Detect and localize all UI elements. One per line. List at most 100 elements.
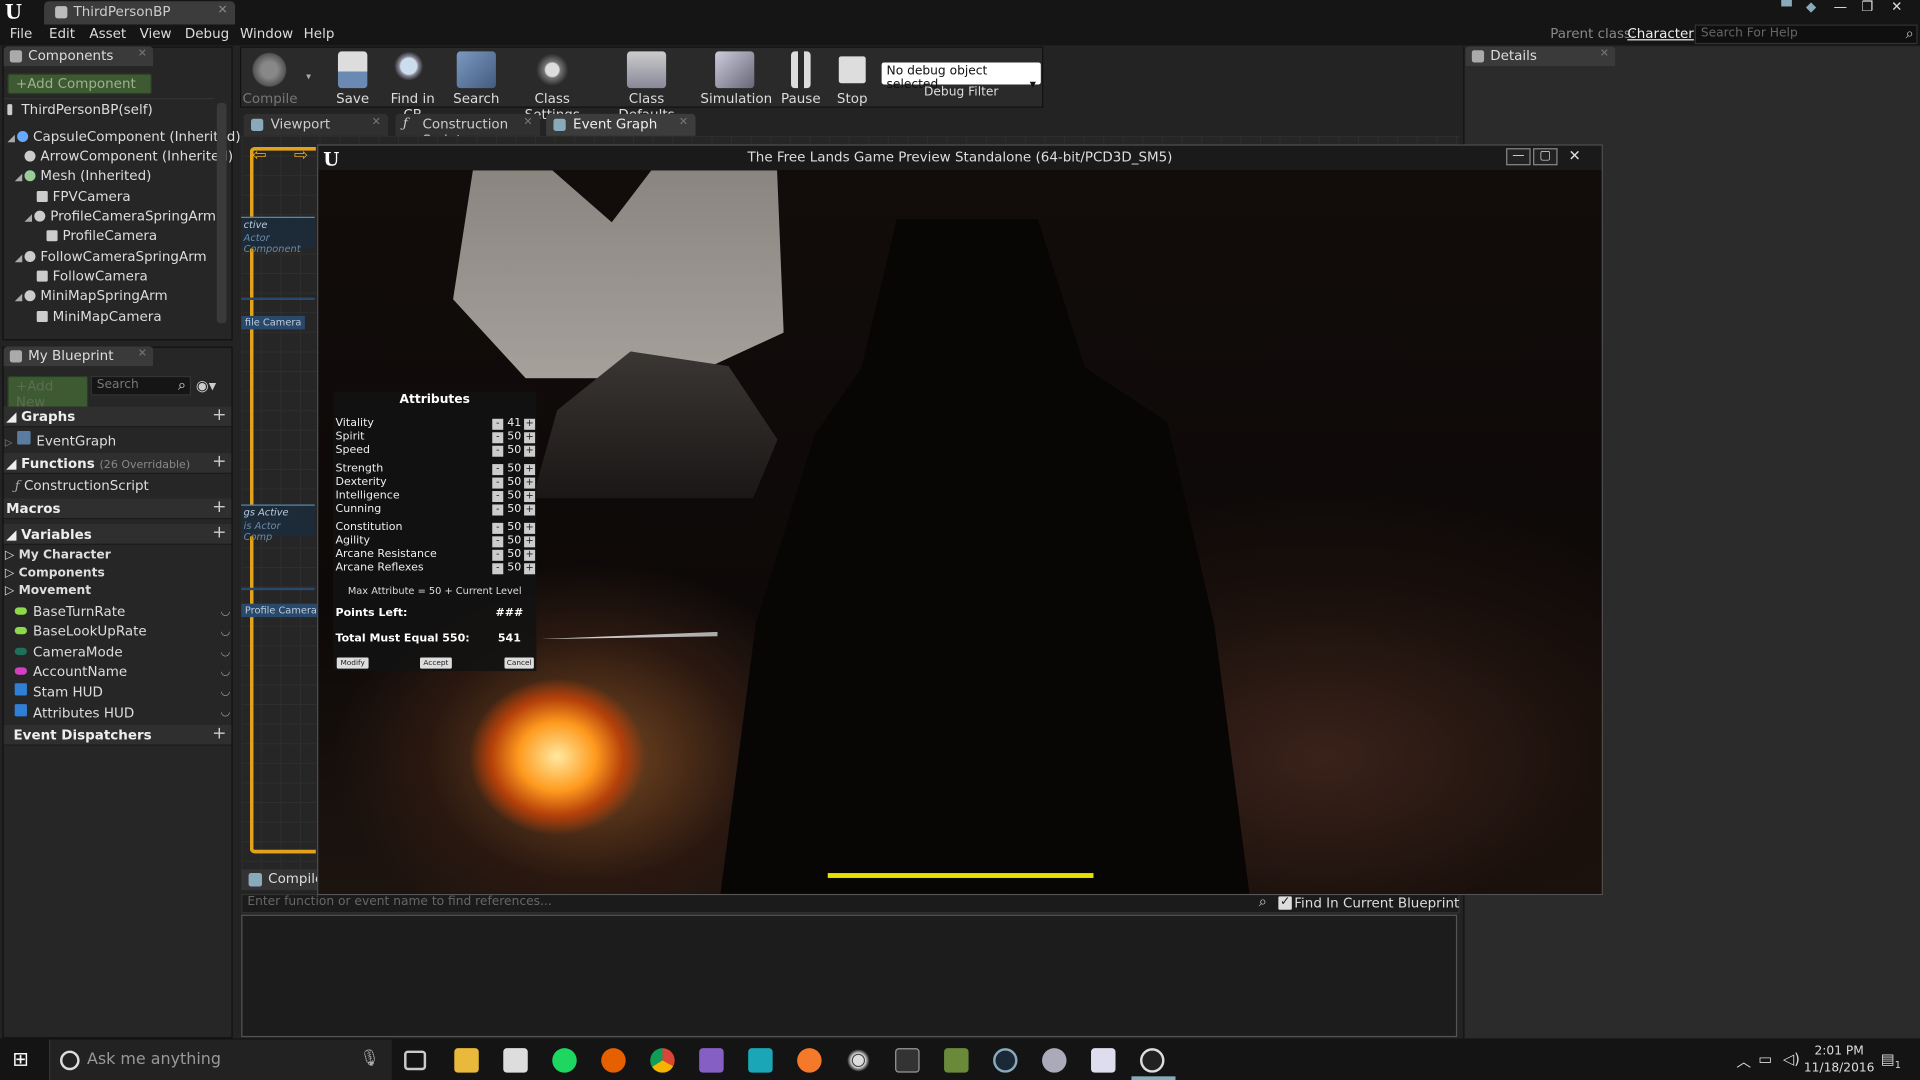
- decrease-button[interactable]: -: [492, 418, 504, 430]
- increase-button[interactable]: +: [524, 463, 536, 476]
- menu-asset[interactable]: Asset: [89, 26, 126, 42]
- maximize-button[interactable]: ▢: [1533, 148, 1558, 166]
- settings-gear-icon[interactable]: [846, 1048, 871, 1073]
- chat-icon[interactable]: ▀: [1773, 0, 1800, 17]
- eye-icon[interactable]: ◡: [221, 606, 231, 618]
- menu-debug[interactable]: Debug: [185, 26, 229, 42]
- class-settings-button[interactable]: Class Settings: [509, 47, 595, 122]
- eye-icon[interactable]: ◡: [221, 686, 231, 698]
- debug-object-select[interactable]: No debug object selected ▾: [881, 62, 1041, 92]
- decrease-button[interactable]: -: [492, 563, 504, 575]
- compile-options-chevron-icon[interactable]: ▾: [306, 71, 311, 82]
- graph-node[interactable]: ctive Actor Component: [241, 216, 315, 255]
- tab-construction-script[interactable]: ƒConstruction Script✕: [395, 113, 541, 148]
- tree-item[interactable]: FollowCamera: [36, 268, 148, 284]
- add-variable-icon[interactable]: +: [212, 523, 226, 543]
- store-icon[interactable]: [503, 1048, 528, 1073]
- close-icon[interactable]: ✕: [679, 116, 688, 128]
- close-button[interactable]: ✕: [1562, 148, 1586, 165]
- show-hidden-icons-icon[interactable]: ︿: [1736, 1051, 1751, 1072]
- variable-attributes-hud[interactable]: Attributes HUD ◡: [14, 704, 231, 721]
- functions-section[interactable]: ◢ Functions (26 Overridable) +: [3, 452, 232, 474]
- cancel-button[interactable]: Cancel: [504, 657, 534, 669]
- menu-view[interactable]: View: [140, 26, 172, 42]
- save-button[interactable]: Save: [328, 47, 377, 108]
- decrease-button[interactable]: -: [492, 477, 504, 489]
- 3dsmax-icon[interactable]: [748, 1048, 773, 1073]
- category-movement[interactable]: ▷ Movement: [5, 584, 91, 597]
- decrease-button[interactable]: -: [492, 463, 504, 476]
- category-my-character[interactable]: ▷ My Character: [5, 549, 111, 562]
- doc-tab-thirdpersonbp[interactable]: ThirdPersonBP ✕: [44, 1, 236, 25]
- eye-icon[interactable]: ◡: [221, 626, 231, 638]
- game-window-titlebar[interactable]: U The Free Lands Game Preview Standalone…: [318, 145, 1602, 171]
- windows-start-icon[interactable]: ⊞: [12, 1048, 34, 1070]
- tree-item[interactable]: ◢ ProfileCameraSpringArm: [24, 208, 216, 224]
- close-icon[interactable]: ✕: [523, 116, 532, 128]
- eye-icon[interactable]: ◡: [221, 647, 231, 659]
- menu-edit[interactable]: Edit: [49, 26, 75, 42]
- add-function-icon[interactable]: +: [212, 452, 226, 472]
- minimize-button[interactable]: —: [1827, 0, 1854, 17]
- tab-viewport[interactable]: Viewport ✕: [243, 113, 389, 136]
- increase-button[interactable]: +: [524, 445, 536, 457]
- pause-button[interactable]: Pause: [779, 47, 823, 108]
- close-button[interactable]: ✕: [1883, 0, 1910, 17]
- close-icon[interactable]: ✕: [1600, 48, 1609, 60]
- find-current-only-checkbox[interactable]: ✓: [1278, 896, 1292, 910]
- visual-studio-icon[interactable]: [699, 1048, 724, 1073]
- category-components[interactable]: ▷ Components: [5, 567, 105, 580]
- close-icon[interactable]: ✕: [217, 4, 227, 17]
- find-references-input[interactable]: Enter function or event name to find ref…: [242, 894, 1271, 912]
- decrease-button[interactable]: -: [492, 549, 504, 561]
- steam-icon[interactable]: [993, 1048, 1018, 1073]
- event-dispatchers-section[interactable]: Event Dispatchers +: [3, 724, 232, 746]
- increase-button[interactable]: +: [524, 536, 536, 548]
- increase-button[interactable]: +: [524, 418, 536, 430]
- blueprint-search-input[interactable]: Search ⌕: [90, 375, 192, 396]
- my-blueprint-tab[interactable]: My Blueprint ✕: [3, 346, 154, 367]
- close-icon[interactable]: ✕: [138, 348, 147, 360]
- search-button[interactable]: Search: [451, 47, 502, 108]
- maximize-button[interactable]: ❐: [1854, 0, 1881, 17]
- search-icon[interactable]: ⌕: [1259, 893, 1267, 911]
- file-explorer-icon[interactable]: [454, 1048, 479, 1073]
- accept-button[interactable]: Accept: [420, 657, 452, 669]
- graph-pin-label[interactable]: Profile Camera: [241, 603, 321, 618]
- menu-file[interactable]: File: [10, 26, 33, 42]
- increase-button[interactable]: +: [524, 490, 536, 503]
- tree-item[interactable]: ◢ CapsuleComponent (Inherited): [7, 129, 240, 145]
- variable-baseturnrate[interactable]: BaseTurnRate ◡: [14, 604, 231, 620]
- find-in-cb-button[interactable]: Find in CB: [380, 47, 446, 122]
- variables-section[interactable]: ◢ Variables +: [3, 523, 232, 545]
- close-icon[interactable]: ✕: [372, 116, 381, 128]
- simulation-button[interactable]: Simulation: [700, 47, 772, 108]
- task-view-icon[interactable]: [404, 1050, 427, 1071]
- eye-icon[interactable]: ◡: [221, 707, 231, 719]
- increase-button[interactable]: +: [524, 549, 536, 561]
- tree-item[interactable]: FPVCamera: [36, 189, 131, 204]
- visibility-eye-icon[interactable]: ◉▾: [196, 377, 216, 394]
- tree-root[interactable]: ThirdPersonBP(self): [7, 102, 153, 118]
- details-tab[interactable]: Details ✕: [1465, 46, 1616, 67]
- increase-button[interactable]: +: [524, 477, 536, 489]
- decrease-button[interactable]: -: [492, 432, 504, 444]
- macros-section[interactable]: Macros +: [3, 497, 232, 520]
- compile-results-tab[interactable]: Compile: [241, 869, 323, 891]
- variable-cameramode[interactable]: CameraMode ◡: [14, 644, 231, 660]
- spotify-icon[interactable]: [552, 1048, 577, 1073]
- stop-button[interactable]: Stop: [830, 47, 874, 108]
- class-defaults-button[interactable]: Class Defaults: [602, 47, 690, 122]
- notepad-icon[interactable]: [1091, 1048, 1116, 1073]
- compile-button[interactable]: Compile: [242, 47, 298, 108]
- back-arrow-icon[interactable]: ⇦: [252, 146, 266, 166]
- components-scrollbar[interactable]: [216, 102, 227, 324]
- chrome-icon[interactable]: [650, 1048, 675, 1073]
- increase-button[interactable]: +: [524, 504, 536, 516]
- increase-button[interactable]: +: [524, 563, 536, 575]
- forward-arrow-icon[interactable]: ⇨: [294, 146, 308, 166]
- graph-node[interactable]: gs Active is Actor Comp: [241, 504, 315, 542]
- variable-stam-hud[interactable]: Stam HUD ◡: [14, 683, 231, 700]
- function-item-constructionscript[interactable]: ƒ ConstructionScript: [15, 478, 231, 494]
- unreal-editor-icon[interactable]: [1140, 1048, 1165, 1073]
